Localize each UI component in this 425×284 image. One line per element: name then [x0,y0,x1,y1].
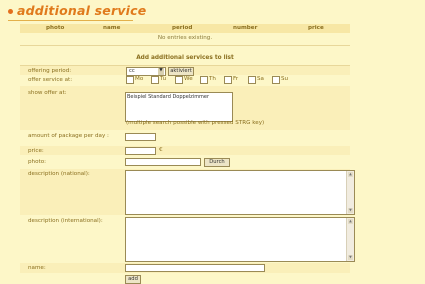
checkbox[interactable] [175,76,183,84]
desc-national-textarea[interactable]: ▲ ▼ [125,170,355,215]
desc-national-label: description (national): [28,171,90,177]
col-photo: photo [46,25,65,31]
name-label: name: [28,265,46,271]
show-offer-label: show offer at: [28,90,67,96]
show-offer-listbox[interactable]: Beispiel Standard Doppelzimmer [125,92,233,122]
title-bar: additional service [0,0,425,22]
checkbox[interactable] [200,76,208,84]
offering-period-label: offering period: [28,68,72,74]
offering-period-select[interactable]: cc ▼ [126,67,166,76]
checkbox[interactable] [224,76,232,84]
price-label: price: [28,148,44,154]
multi-select-hint: (multiple search possible with pressed S… [126,120,265,126]
no-entries-text: No entries existing. [157,35,213,41]
photo-label: photo: [28,159,47,165]
page-title: additional service [17,3,147,18]
scroll-up-icon[interactable]: ▲ [348,219,353,224]
bullet-icon [8,9,13,14]
desc-international-textarea[interactable]: ▲ ▼ [125,217,355,262]
checkbox[interactable] [272,76,280,84]
scroll-down-icon[interactable]: ▼ [348,255,353,260]
divider [20,45,350,46]
scroll-up-icon[interactable]: ▲ [348,172,353,177]
scrollbar[interactable]: ▲ ▼ [346,218,354,261]
checkbox[interactable] [248,76,256,84]
currency-symbol: € [159,147,163,153]
price-input[interactable] [125,147,156,155]
table-header: photo name period number price [20,24,350,33]
amount-label: amount of package per day : [28,133,109,139]
checkbox[interactable] [151,76,159,84]
offer-service-label: offer service at: [28,77,73,83]
chevron-down-icon[interactable]: ▼ [158,68,164,75]
title-underline [8,20,133,21]
col-period: period [172,25,193,31]
browse-button[interactable]: Durch [204,158,230,167]
desc-international-label: description (international): [28,218,103,224]
checkbox[interactable] [126,76,134,84]
activate-button[interactable]: aktiviert [168,67,194,76]
row-price [20,146,350,155]
col-price: price [308,25,324,31]
col-name: name [103,25,121,31]
section-title: Add additional services to list [136,55,234,61]
listbox-option[interactable]: Beispiel Standard Doppelzimmer [127,94,209,100]
add-button[interactable]: add [125,275,141,284]
scrollbar[interactable]: ▲ ▼ [346,171,354,214]
col-number: number [233,25,258,31]
amount-input[interactable] [125,133,156,141]
scroll-down-icon[interactable]: ▼ [348,208,353,213]
name-input[interactable] [125,264,265,272]
offering-period-value: cc [129,68,135,74]
photo-path-input[interactable] [125,158,201,166]
